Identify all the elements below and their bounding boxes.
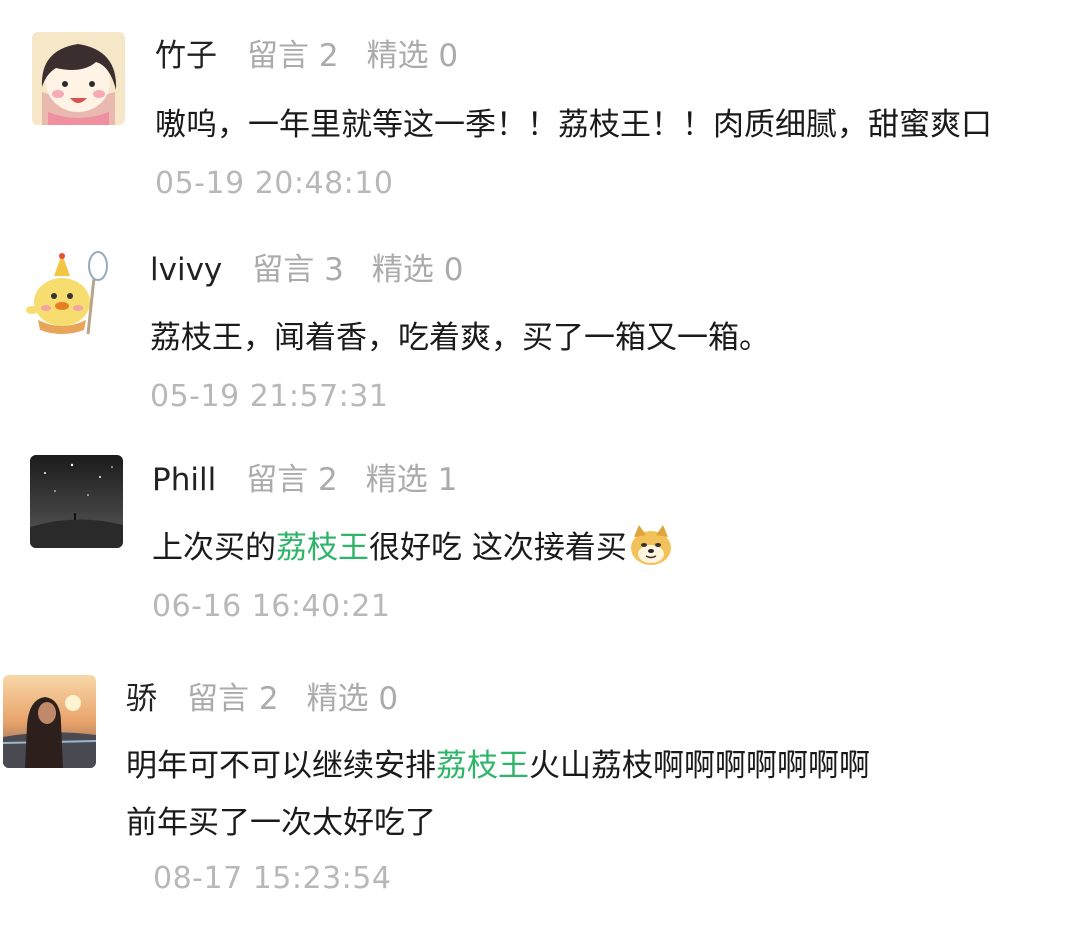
featured-count: 精选 0 bbox=[306, 681, 399, 717]
comment-text-prefix: 上次买的 bbox=[152, 530, 276, 566]
comment-text-suffix: 火山荔枝啊啊啊啊啊啊啊 bbox=[529, 748, 870, 784]
comment-meta: Phill 留言 2 精选 1 bbox=[152, 460, 485, 500]
comment-timestamp: 06-16 16:40:21 bbox=[152, 589, 391, 624]
replies-count: 留言 3 bbox=[252, 252, 344, 288]
comment-text-line: 荔枝王，闻着香，吃着爽，买了一箱又一箱。 bbox=[150, 320, 770, 356]
replies-count: 留言 2 bbox=[187, 681, 279, 717]
keyword-link[interactable]: 荔枝王 bbox=[436, 748, 529, 784]
comment-text-line: 前年买了一次太好吃了 bbox=[126, 805, 436, 841]
comment-text: 上次买的荔枝王很好吃 这次接着买 bbox=[152, 523, 673, 573]
comment-meta: 竹子 留言 2 精选 0 bbox=[155, 36, 486, 76]
comment-timestamp: 05-19 20:48:10 bbox=[155, 166, 394, 201]
comment-text: 前年买了一次太好吃了 bbox=[126, 798, 436, 848]
featured-count: 精选 0 bbox=[366, 38, 459, 74]
comment-text: 明年可不可以继续安排荔枝王火山荔枝啊啊啊啊啊啊啊 bbox=[126, 741, 870, 791]
night-sky-avatar-icon[interactable] bbox=[30, 455, 123, 548]
comment-text-line: 嗷呜，一年里就等这一季！！荔枝王！！肉质细腻，甜蜜爽口 bbox=[155, 107, 992, 143]
comment-text-prefix: 明年可不可以继续安排 bbox=[126, 748, 436, 784]
replies-count: 留言 2 bbox=[247, 38, 339, 74]
comment-timestamp: 08-17 15:23:54 bbox=[153, 861, 392, 896]
cartoon-girl-avatar-icon[interactable] bbox=[32, 32, 125, 125]
cartoon-chick-with-spoon-avatar-icon[interactable] bbox=[24, 246, 119, 341]
keyword-link[interactable]: 荔枝王 bbox=[276, 530, 369, 566]
featured-count: 精选 0 bbox=[371, 252, 464, 288]
doge-emoji-icon bbox=[629, 523, 673, 567]
comment-text: 荔枝王，闻着香，吃着爽，买了一箱又一箱。 bbox=[150, 313, 770, 363]
commenter-name[interactable]: 竹子 bbox=[155, 38, 217, 74]
comment-text-suffix: 很好吃 这次接着买 bbox=[369, 530, 627, 566]
commenter-name[interactable]: Phill bbox=[152, 462, 216, 498]
comment-timestamp: 05-19 21:57:31 bbox=[150, 379, 389, 414]
commenter-name[interactable]: 骄 bbox=[126, 681, 157, 717]
sunset-portrait-avatar-icon[interactable] bbox=[3, 675, 96, 768]
comment-meta: lvivy 留言 3 精选 0 bbox=[150, 250, 491, 290]
comment-text: 嗷呜，一年里就等这一季！！荔枝王！！肉质细腻，甜蜜爽口 bbox=[155, 100, 992, 150]
commenter-name[interactable]: lvivy bbox=[150, 252, 222, 288]
comment-meta: 骄留言 2 精选 0 bbox=[126, 679, 426, 719]
featured-count: 精选 1 bbox=[365, 462, 458, 498]
replies-count: 留言 2 bbox=[246, 462, 338, 498]
